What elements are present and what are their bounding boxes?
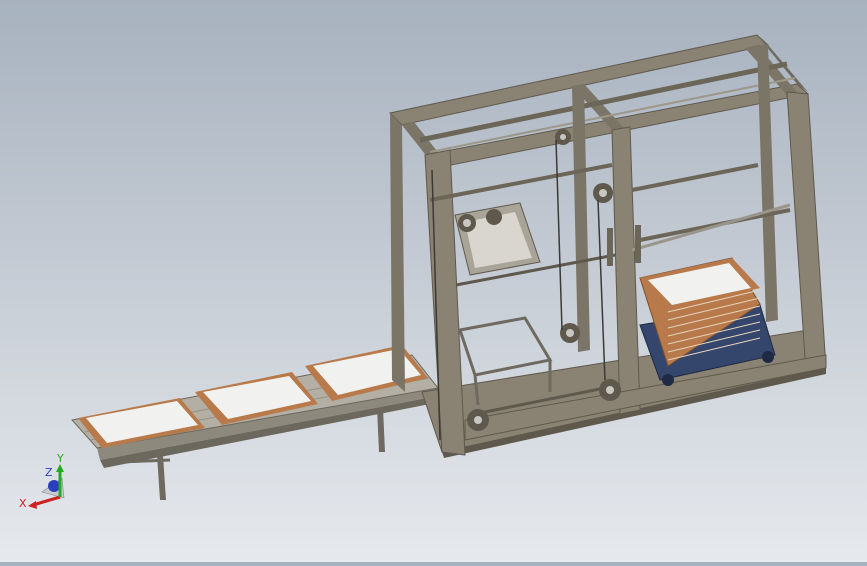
cart-wheel bbox=[762, 351, 774, 363]
cart-wheel bbox=[662, 374, 674, 386]
lift-carriage[interactable] bbox=[454, 202, 541, 276]
triad-y-label: Y bbox=[56, 452, 64, 465]
triad-x-label: X bbox=[19, 497, 27, 510]
conveyor-leg bbox=[377, 408, 385, 452]
triad-z-label: Z bbox=[45, 466, 53, 479]
upright-front-right bbox=[786, 91, 827, 373]
orientation-triad[interactable]: X Y Z bbox=[19, 452, 65, 510]
palletizer-frame[interactable] bbox=[388, 34, 827, 458]
conveyor[interactable] bbox=[71, 345, 440, 500]
upright-back-right bbox=[757, 45, 778, 322]
cad-3d-viewport[interactable]: X Y Z bbox=[0, 0, 867, 562]
triad-z-sphere bbox=[48, 480, 60, 492]
triad-x-axis bbox=[32, 495, 61, 507]
upright-back-left bbox=[390, 113, 405, 392]
